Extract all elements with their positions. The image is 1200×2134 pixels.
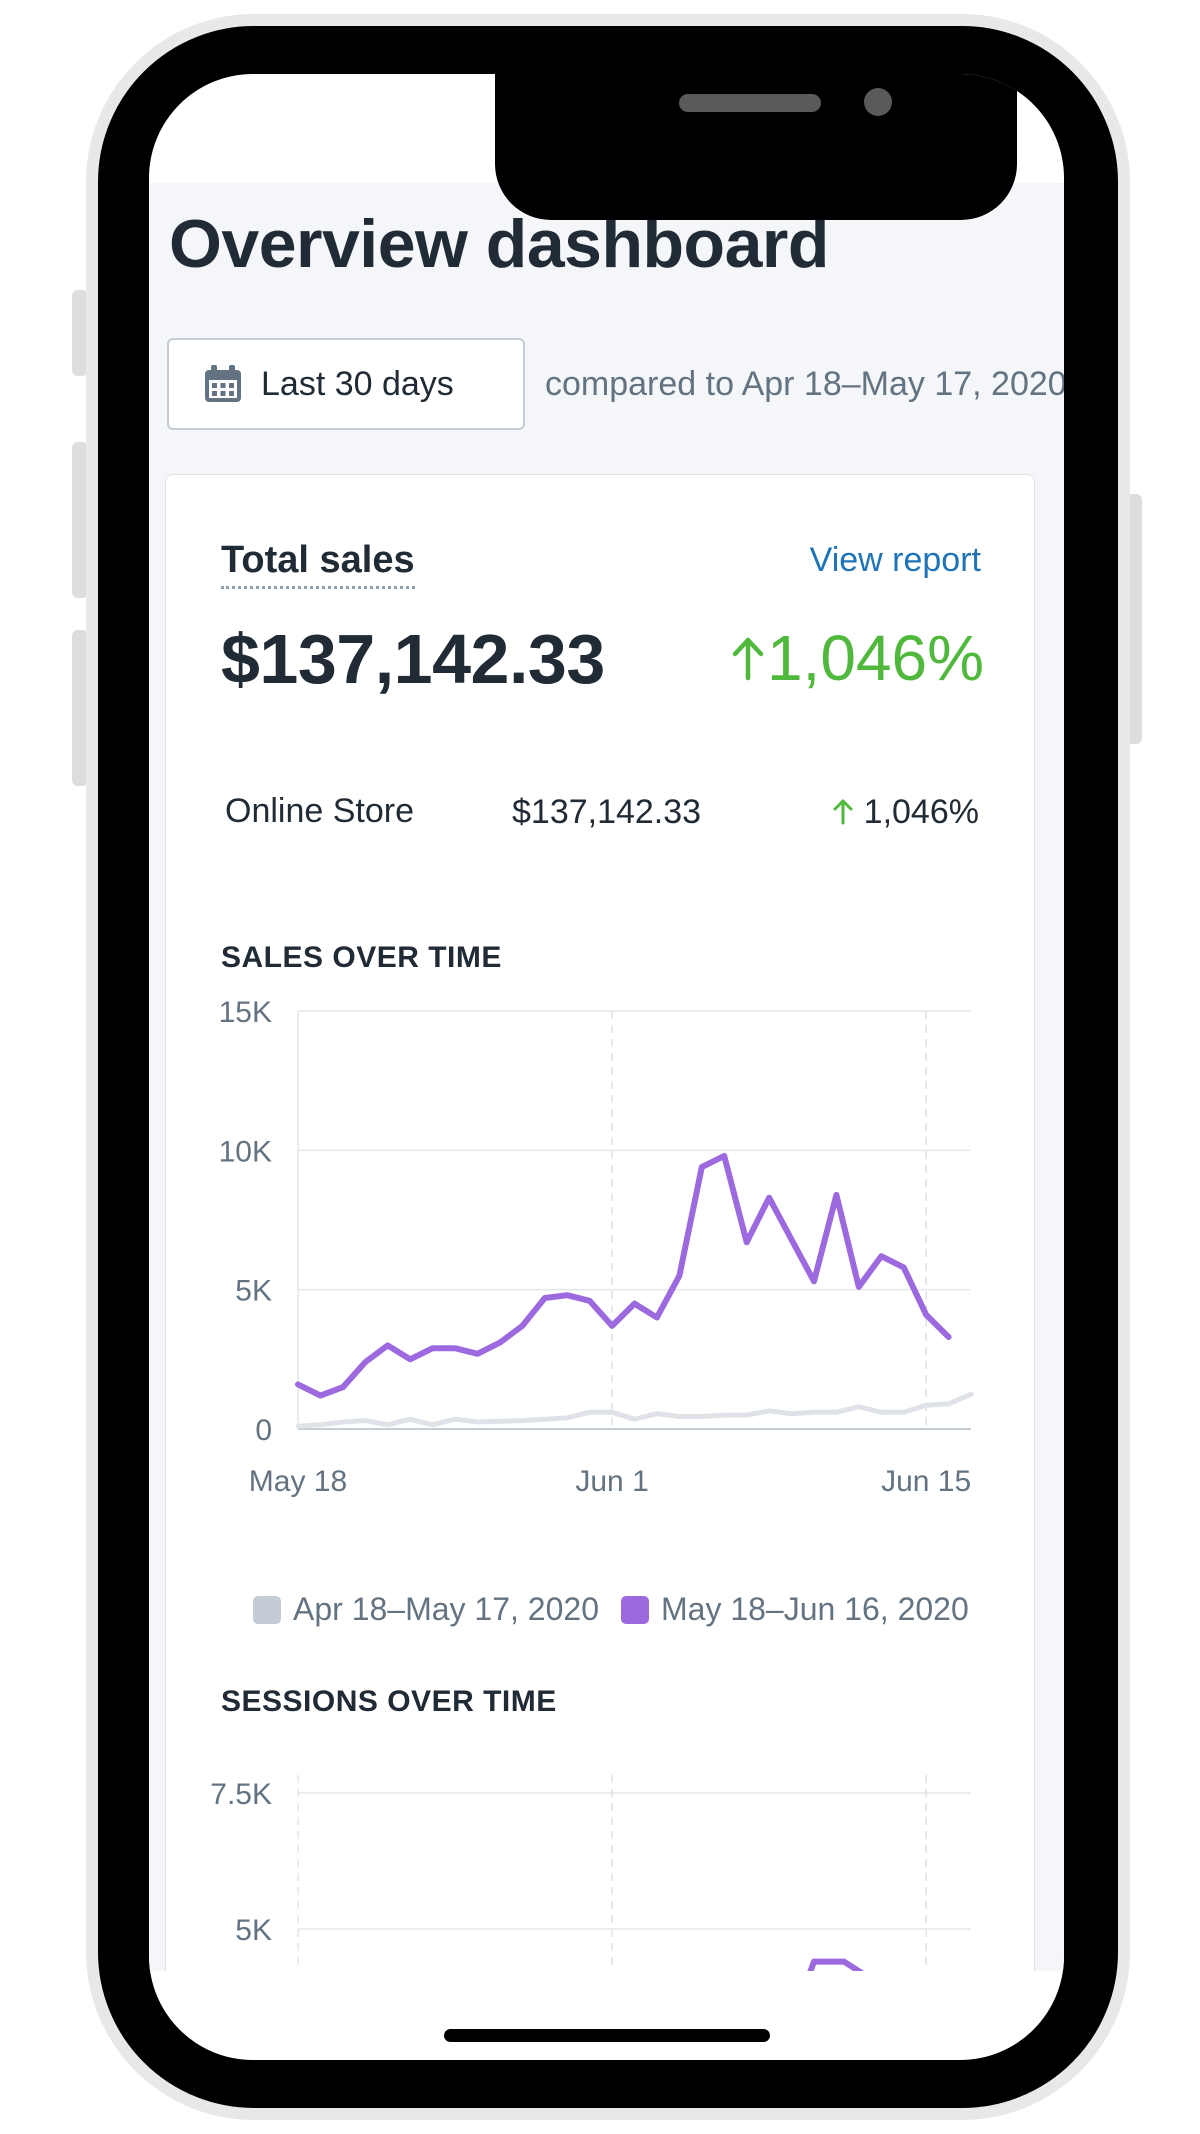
y-tick-label: 5K bbox=[235, 1914, 272, 1947]
y-tick-label: 15K bbox=[219, 996, 272, 1029]
y-tick-label: 10K bbox=[219, 1135, 272, 1168]
x-tick-label: Jun 1 bbox=[575, 1465, 648, 1498]
home-indicator[interactable] bbox=[444, 2029, 770, 2042]
sales-over-time-title: SALES OVER TIME bbox=[221, 941, 502, 974]
x-tick-label: May 18 bbox=[249, 1465, 347, 1498]
chart-legend: Apr 18–May 17, 2020 May 18–Jun 16, 2020 bbox=[253, 1591, 991, 1628]
x-tick-label: Jun 15 bbox=[881, 1465, 971, 1498]
legend-label-current: May 18–Jun 16, 2020 bbox=[660, 1591, 969, 1627]
y-tick-label: 7.5K bbox=[210, 1778, 272, 1811]
total-sales-card: Total sales View report $137,142.33 1,04… bbox=[165, 474, 1035, 1971]
legend-item-current[interactable]: May 18–Jun 16, 2020 bbox=[620, 1591, 969, 1628]
speaker bbox=[679, 94, 821, 112]
comparison-period-text: compared to Apr 18–May 17, 2020 bbox=[545, 365, 1064, 403]
total-sales-change: 1,046% bbox=[731, 621, 984, 695]
notch bbox=[495, 74, 1017, 220]
channel-sales-change: 1,046% bbox=[832, 793, 979, 832]
phone-screen: Overview dashboard Last 30 days compared… bbox=[149, 74, 1064, 2060]
arrow-up-icon bbox=[732, 637, 764, 681]
total-sales-change-value: 1,046% bbox=[766, 622, 984, 694]
sessions-over-time-title: SESSIONS OVER TIME bbox=[221, 1685, 557, 1718]
total-sales-value: $137,142.33 bbox=[221, 620, 605, 698]
date-range-button[interactable]: Last 30 days bbox=[167, 338, 525, 430]
channel-sales-change-value: 1,046% bbox=[863, 793, 979, 831]
previous-period-line bbox=[295, 1391, 974, 1429]
legend-swatch-current bbox=[620, 1595, 649, 1624]
y-tick-label: 0 bbox=[255, 1414, 272, 1447]
calendar-icon bbox=[205, 365, 241, 402]
view-report-link[interactable]: View report bbox=[810, 541, 981, 580]
legend-swatch-previous bbox=[253, 1595, 281, 1624]
front-camera bbox=[864, 88, 892, 116]
total-sales-label[interactable]: Total sales bbox=[221, 539, 415, 589]
legend-item-previous[interactable]: Apr 18–May 17, 2020 bbox=[253, 1591, 599, 1628]
dashboard-content[interactable]: Overview dashboard Last 30 days compared… bbox=[149, 183, 1064, 1971]
arrow-up-icon bbox=[833, 799, 853, 825]
current-period-line bbox=[295, 1152, 952, 1399]
channel-name: Online Store bbox=[225, 792, 414, 830]
sessions-over-time-chart: 7.5K 5K bbox=[210, 1775, 971, 1971]
channel-sales-value: $137,142.33 bbox=[512, 793, 702, 831]
legend-label-previous: Apr 18–May 17, 2020 bbox=[293, 1591, 599, 1627]
sales-over-time-chart: 0 5K 10K 15K May 18 Jun 1 Jun 15 bbox=[219, 996, 974, 1498]
date-range-label: Last 30 days bbox=[261, 364, 454, 403]
y-tick-label: 5K bbox=[235, 1275, 272, 1308]
current-period-line bbox=[807, 1958, 865, 1971]
